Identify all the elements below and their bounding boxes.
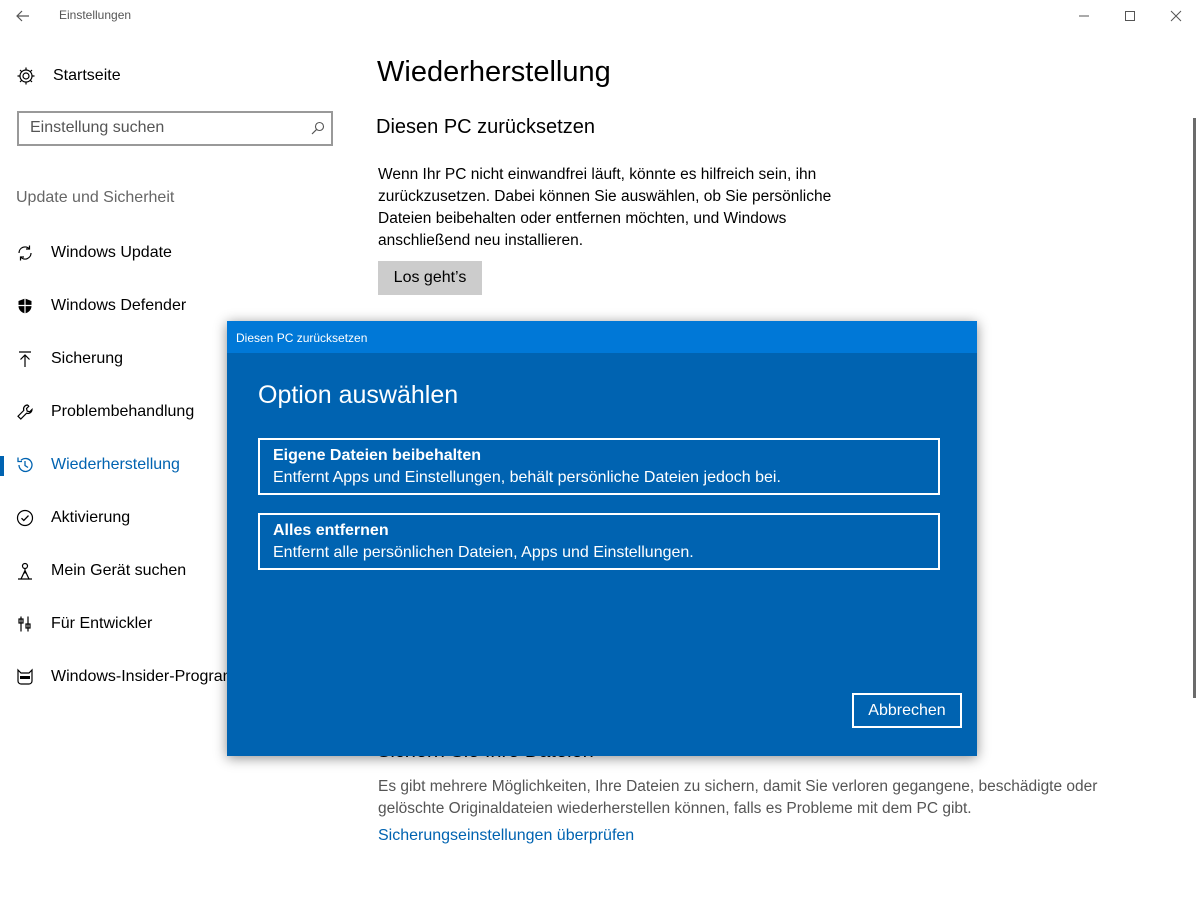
sidebar-item-label: Wiederherstellung xyxy=(51,455,180,473)
sidebar-nav: Windows Update Windows Defender Sicherun… xyxy=(0,226,249,703)
sidebar-section-header: Update und Sicherheit xyxy=(16,189,175,206)
sidebar-item-windows-insider[interactable]: Windows-Insider-Programm xyxy=(0,650,249,703)
reset-pc-dialog: Diesen PC zurücksetzen Option auswählen … xyxy=(227,321,977,756)
option-keep-files[interactable]: Eigene Dateien beibehalten Entfernt Apps… xyxy=(258,438,940,495)
sidebar-item-label: Mein Gerät suchen xyxy=(51,561,187,579)
reset-description: Wenn Ihr PC nicht einwandfrei läuft, kön… xyxy=(378,166,832,249)
dialog-title: Diesen PC zurücksetzen xyxy=(236,331,368,345)
sidebar-item-label: Für Entwickler xyxy=(51,614,153,632)
wrench-icon xyxy=(15,402,35,422)
get-started-button[interactable]: Los geht’s xyxy=(378,261,482,295)
scrollbar[interactable] xyxy=(1193,118,1196,698)
check-circle-icon xyxy=(15,508,35,528)
sidebar-item-mein-geraet-suchen[interactable]: Mein Gerät suchen xyxy=(0,544,240,597)
backup-settings-link[interactable]: Sicherungseinstellungen überprüfen xyxy=(378,827,634,845)
developer-tools-icon xyxy=(15,614,35,634)
cancel-button[interactable]: Abbrechen xyxy=(852,693,962,728)
sidebar-item-windows-update[interactable]: Windows Update xyxy=(0,226,240,279)
backup-description: Es gibt mehrere Möglichkeiten, Ihre Date… xyxy=(378,778,1098,817)
sidebar-item-label: Windows Defender xyxy=(51,296,187,314)
page-title: Wiederherstellung xyxy=(377,56,611,88)
sidebar-item-fuer-entwickler[interactable]: Für Entwickler xyxy=(0,597,240,650)
option-title: Eigene Dateien beibehalten xyxy=(273,447,482,464)
sidebar-item-label: Sicherung xyxy=(51,349,124,367)
sidebar-item-sicherung[interactable]: Sicherung xyxy=(0,332,240,385)
arrow-left-icon xyxy=(16,10,29,22)
option-remove-everything[interactable]: Alles entfernen Entfernt alle persönlich… xyxy=(258,513,940,570)
minimize-icon xyxy=(1079,15,1089,17)
window-title: Einstellungen xyxy=(59,8,132,22)
search-icon[interactable] xyxy=(311,121,325,140)
option-title: Alles entfernen xyxy=(273,522,389,539)
sidebar-item-label: Windows-Insider-Programm xyxy=(51,667,250,685)
upload-icon xyxy=(15,349,35,369)
sidebar-item-label: Windows Update xyxy=(51,243,172,261)
window-titlebar: Einstellungen xyxy=(0,0,1198,32)
gear-icon xyxy=(17,67,35,85)
maximize-icon xyxy=(1125,11,1135,21)
sidebar-item-wiederherstellung[interactable]: Wiederherstellung xyxy=(0,438,240,491)
person-locate-icon xyxy=(15,561,35,581)
maximize-button[interactable] xyxy=(1110,2,1150,30)
sidebar-item-problembehandlung[interactable]: Problembehandlung xyxy=(0,385,240,438)
back-button[interactable] xyxy=(8,2,38,30)
shield-icon xyxy=(15,296,35,316)
close-icon xyxy=(1170,10,1182,22)
sidebar-item-aktivierung[interactable]: Aktivierung xyxy=(0,491,240,544)
search-input[interactable] xyxy=(30,118,300,138)
minimize-button[interactable] xyxy=(1064,2,1104,30)
option-description: Entfernt Apps und Einstellungen, behält … xyxy=(273,469,781,486)
sidebar-item-label: Aktivierung xyxy=(51,508,131,526)
history-icon xyxy=(15,455,35,475)
sidebar-item-windows-defender[interactable]: Windows Defender xyxy=(0,279,240,332)
sync-icon xyxy=(15,243,35,263)
option-description: Entfernt alle persönlichen Dateien, Apps… xyxy=(273,544,694,561)
sidebar-item-label: Problembehandlung xyxy=(51,402,195,420)
ninja-cat-icon xyxy=(15,667,35,687)
dialog-heading: Option auswählen xyxy=(258,381,459,409)
search-box[interactable] xyxy=(17,111,333,146)
home-label: Startseite xyxy=(53,67,121,84)
reset-section-title: Diesen PC zurücksetzen xyxy=(376,116,595,138)
sidebar-home[interactable]: Startseite xyxy=(16,64,121,88)
dialog-titlebar: Diesen PC zurücksetzen xyxy=(227,321,977,353)
close-button[interactable] xyxy=(1156,2,1196,30)
